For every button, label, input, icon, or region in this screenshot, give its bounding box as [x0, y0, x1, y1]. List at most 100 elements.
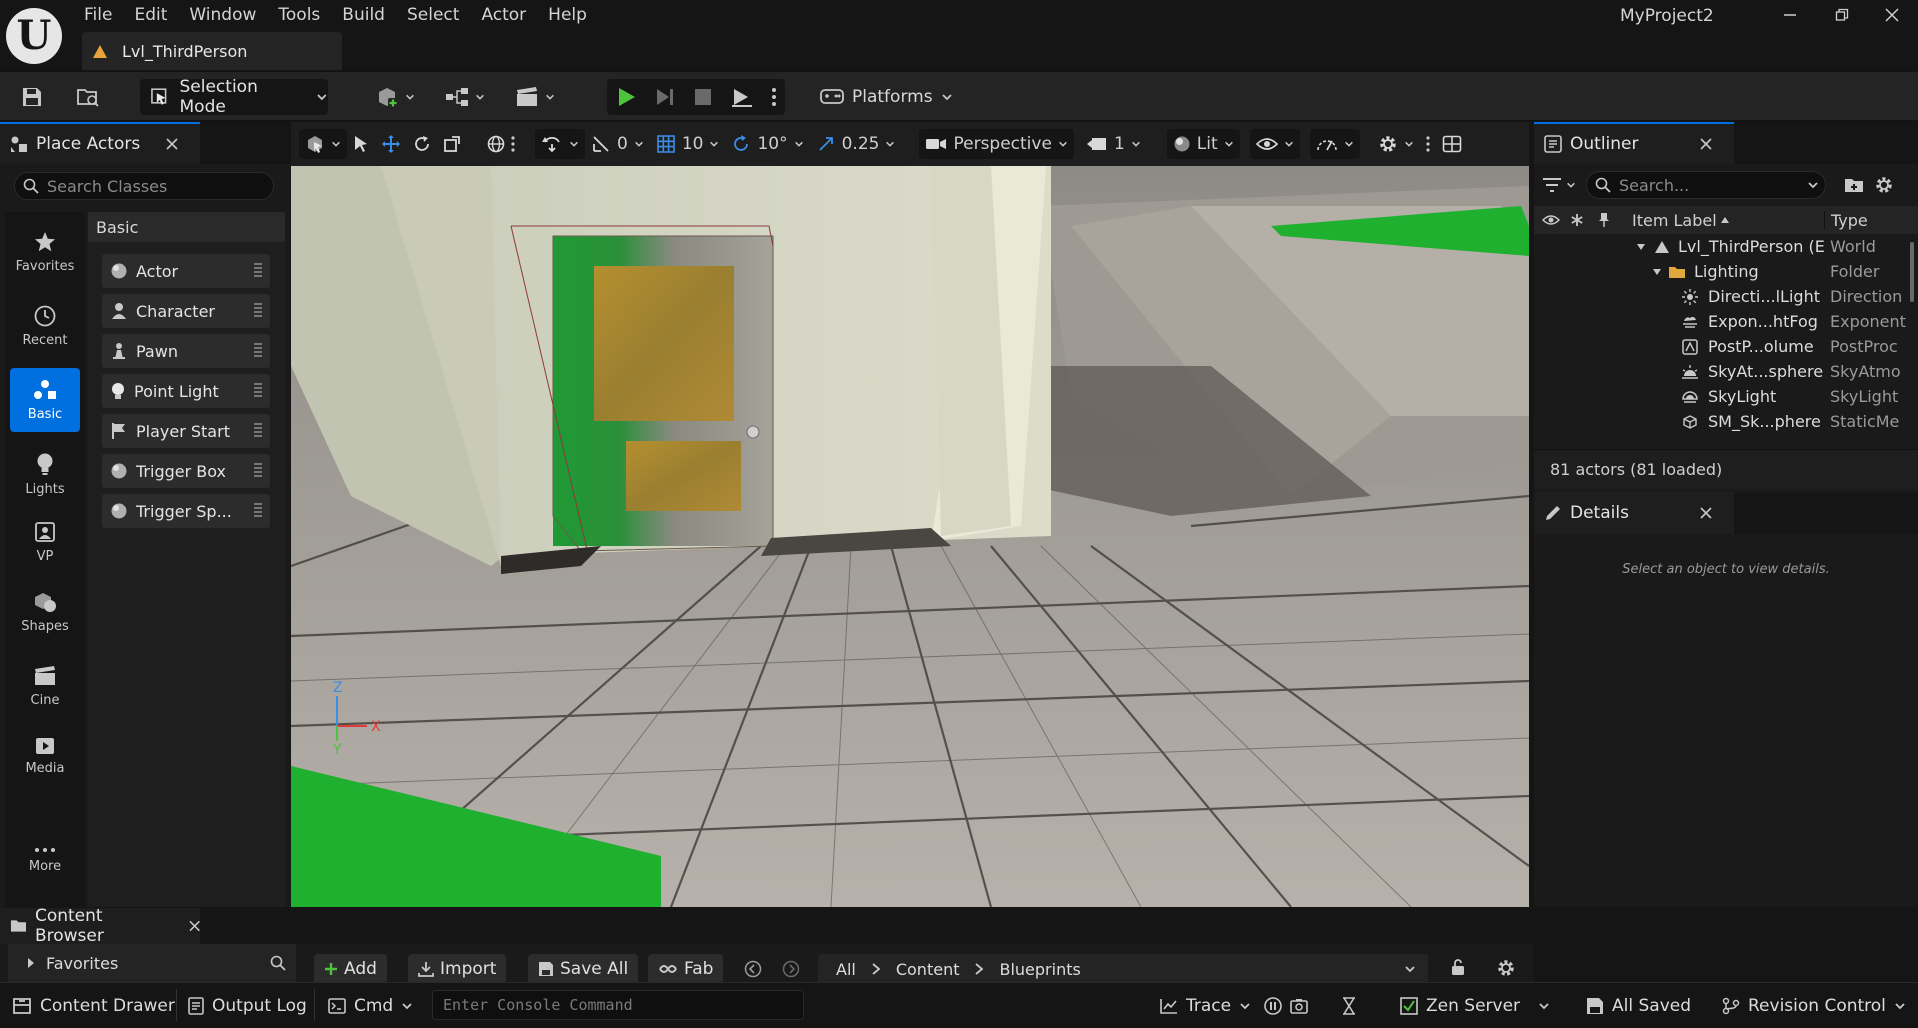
viewport-layout-button[interactable]	[1436, 129, 1468, 159]
drag-handle-icon[interactable]	[254, 423, 262, 439]
menu-actor[interactable]: Actor	[470, 0, 537, 30]
gear-icon[interactable]	[1496, 958, 1516, 978]
outliner-tab[interactable]: Outliner	[1534, 122, 1734, 164]
scale-tool-button[interactable]	[437, 129, 467, 159]
asterisk-icon[interactable]	[1570, 213, 1584, 227]
outliner-row[interactable]: Directi...lLight Direction	[1534, 284, 1918, 309]
viewport-settings-dropdown[interactable]	[1372, 129, 1420, 159]
category-vp[interactable]: VP	[10, 510, 80, 574]
details-tab[interactable]: Details	[1534, 492, 1734, 534]
outliner-search-field[interactable]	[1586, 171, 1826, 199]
add-button[interactable]: Add	[314, 954, 387, 982]
menu-window[interactable]: Window	[178, 0, 267, 30]
add-actor-dropdown[interactable]	[372, 79, 418, 115]
gear-icon[interactable]	[1874, 175, 1894, 195]
blueprint-dropdown[interactable]	[442, 79, 488, 115]
drag-handle-icon[interactable]	[254, 343, 262, 359]
output-log-button[interactable]: Output Log	[188, 983, 307, 1028]
breadcrumb-content[interactable]: Content	[896, 960, 960, 979]
pin-icon[interactable]	[1598, 212, 1610, 228]
surface-snap-dropdown[interactable]	[535, 129, 585, 159]
performance-dropdown[interactable]	[1309, 129, 1360, 159]
outliner-row[interactable]: SkyAt...sphere SkyAtmo	[1534, 359, 1918, 384]
drag-handle-icon[interactable]	[254, 263, 262, 279]
save-button[interactable]	[14, 79, 50, 115]
close-icon[interactable]	[1700, 507, 1712, 519]
stop-icon[interactable]	[693, 87, 713, 107]
outliner-row[interactable]: Lvl_ThirdPerson (E World	[1534, 234, 1918, 259]
platforms-dropdown[interactable]: Platforms	[820, 79, 953, 115]
drag-handle-icon[interactable]	[254, 463, 262, 479]
menu-file[interactable]: File	[73, 0, 123, 30]
show-flags-dropdown[interactable]	[1249, 129, 1300, 159]
scale-snap-dropdown[interactable]: 0.25	[810, 129, 902, 159]
more-vertical-icon[interactable]	[771, 86, 777, 108]
favorites-section[interactable]: Favorites	[8, 944, 296, 982]
actor-item-point-light[interactable]: Point Light	[102, 374, 270, 408]
category-basic[interactable]: Basic	[10, 368, 80, 432]
search-classes-input[interactable]	[47, 176, 267, 196]
category-favorites[interactable]: Favorites	[10, 220, 80, 284]
outliner-search-input[interactable]	[1619, 175, 1799, 195]
perspective-dropdown[interactable]: Perspective	[919, 129, 1074, 159]
play-icon[interactable]	[615, 86, 637, 108]
trace-dropdown[interactable]: Trace	[1160, 983, 1251, 1028]
grid-snap-dropdown[interactable]: 10	[650, 129, 726, 159]
zen-server-dropdown[interactable]: Zen Server	[1400, 983, 1550, 1028]
outliner-row[interactable]: Expon...htFog Exponent	[1534, 309, 1918, 334]
menu-select[interactable]: Select	[396, 0, 470, 30]
close-icon[interactable]	[1700, 138, 1712, 150]
outliner-scrollbar[interactable]	[1910, 242, 1914, 302]
outliner-row[interactable]: Lighting Folder	[1534, 259, 1918, 284]
content-drawer-button[interactable]: Content Drawer	[12, 983, 175, 1028]
category-recent[interactable]: Recent	[10, 294, 80, 358]
fab-button[interactable]: Fab	[648, 954, 724, 982]
record-buttons[interactable]	[1264, 983, 1308, 1028]
restore-button[interactable]	[1816, 0, 1868, 30]
breadcrumb-blueprints[interactable]: Blueprints	[999, 960, 1080, 979]
selection-mode-dropdown[interactable]: Selection Mode	[140, 77, 328, 117]
add-folder-icon[interactable]	[1844, 176, 1864, 194]
drag-handle-icon[interactable]	[254, 503, 262, 519]
close-icon[interactable]	[166, 138, 178, 150]
outliner-filter-dropdown[interactable]	[1542, 177, 1576, 193]
menu-help[interactable]: Help	[537, 0, 598, 30]
content-browser-tab[interactable]: Content Browser	[0, 906, 200, 946]
actor-item-character[interactable]: Character	[102, 294, 270, 328]
menu-build[interactable]: Build	[331, 0, 396, 30]
search-icon[interactable]	[270, 955, 286, 971]
unreal-logo-icon[interactable]: U	[6, 8, 62, 64]
minimize-button[interactable]	[1764, 0, 1816, 30]
derived-data-button[interactable]	[1342, 983, 1356, 1028]
eject-icon[interactable]	[730, 86, 754, 108]
expand-arrow-icon[interactable]	[1652, 267, 1662, 277]
close-icon[interactable]	[189, 920, 200, 932]
step-frame-icon[interactable]	[654, 86, 676, 108]
level-tab[interactable]: Lvl_ThirdPerson	[82, 32, 342, 70]
viewport-options-button[interactable]	[1420, 129, 1436, 159]
rotate-tool-button[interactable]	[407, 129, 437, 159]
category-media[interactable]: Media	[10, 724, 80, 788]
cinematics-dropdown[interactable]	[512, 79, 558, 115]
select-tool-button[interactable]	[347, 129, 375, 159]
chevron-down-icon[interactable]	[1404, 963, 1416, 975]
transform-mode-dropdown[interactable]	[299, 129, 347, 159]
actor-item-trigger-box[interactable]: Trigger Box	[102, 454, 270, 488]
menu-edit[interactable]: Edit	[123, 0, 178, 30]
translate-tool-button[interactable]	[375, 129, 407, 159]
history-back-icon[interactable]	[744, 960, 762, 978]
drag-handle-icon[interactable]	[254, 303, 262, 319]
category-lights[interactable]: Lights	[10, 442, 80, 506]
outliner-row[interactable]: PostP...olume PostProc	[1534, 334, 1918, 359]
place-actors-tab[interactable]: Place Actors	[0, 122, 200, 164]
save-all-button[interactable]: Save All	[528, 954, 639, 982]
viewport-scene[interactable]: Z X Y	[291, 166, 1529, 907]
actor-item-player-start[interactable]: Player Start	[102, 414, 270, 448]
expand-arrow-icon[interactable]	[1636, 242, 1646, 252]
category-more[interactable]: More	[10, 828, 80, 892]
all-saved-button[interactable]: All Saved	[1586, 983, 1691, 1028]
history-forward-icon[interactable]	[782, 960, 800, 978]
rotation-snap-dropdown[interactable]: 10°	[725, 129, 809, 159]
camera-speed-dropdown[interactable]: 1	[1080, 129, 1147, 159]
coordinate-space-button[interactable]	[481, 129, 521, 159]
